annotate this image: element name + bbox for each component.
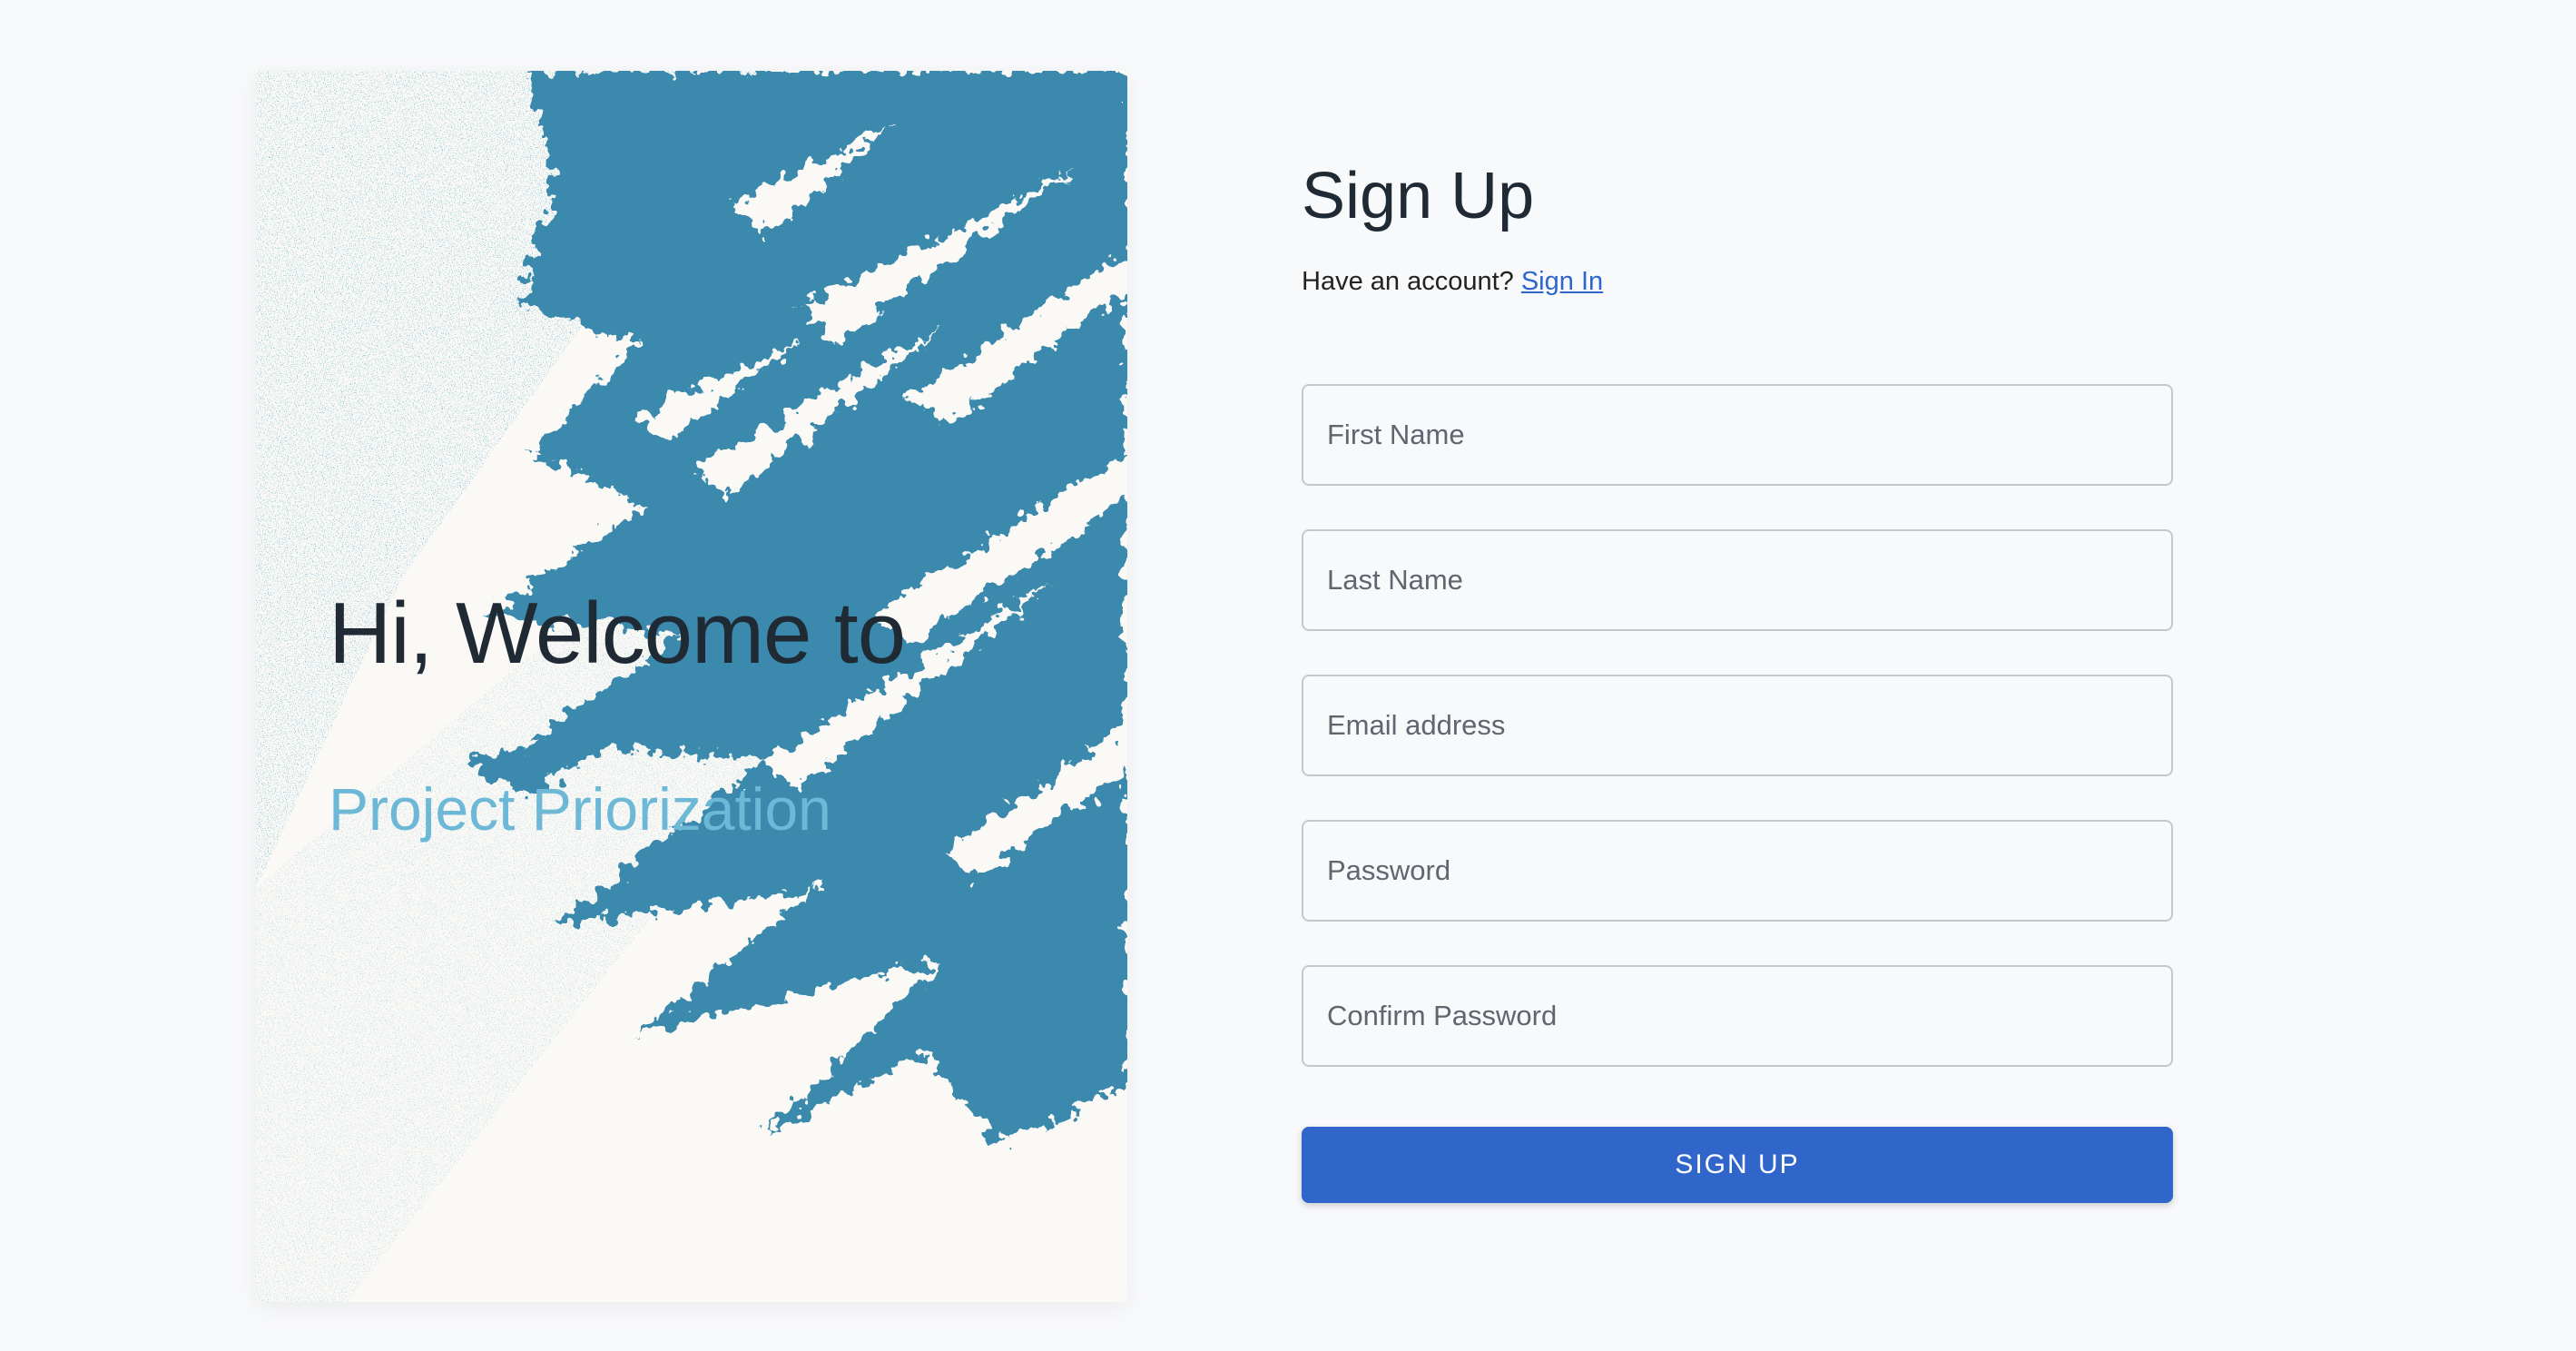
project-name: Project Priorization <box>329 775 831 843</box>
email-input[interactable] <box>1302 675 2173 776</box>
first-name-input[interactable] <box>1302 384 2173 486</box>
welcome-heading: Hi, Welcome to <box>329 585 906 682</box>
signup-form-panel: Sign Up Have an account? Sign In SIGN UP <box>1302 163 2173 1203</box>
password-input[interactable] <box>1302 820 2173 922</box>
signup-form: SIGN UP <box>1302 384 2173 1203</box>
last-name-input[interactable] <box>1302 529 2173 631</box>
signup-page: freepik Hi, Welcome to Project Priorizat… <box>0 0 2576 1351</box>
welcome-card: freepik Hi, Welcome to Project Priorizat… <box>256 71 1127 1302</box>
paint-stroke-illustration <box>256 71 1127 1302</box>
sign-in-link[interactable]: Sign In <box>1521 267 1603 296</box>
confirm-password-input[interactable] <box>1302 965 2173 1067</box>
form-title: Sign Up <box>1302 160 1535 232</box>
sign-up-button[interactable]: SIGN UP <box>1302 1127 2173 1203</box>
account-prompt-text: Have an account? <box>1302 267 1514 296</box>
account-prompt-line: Have an account? Sign In <box>1302 267 2173 297</box>
